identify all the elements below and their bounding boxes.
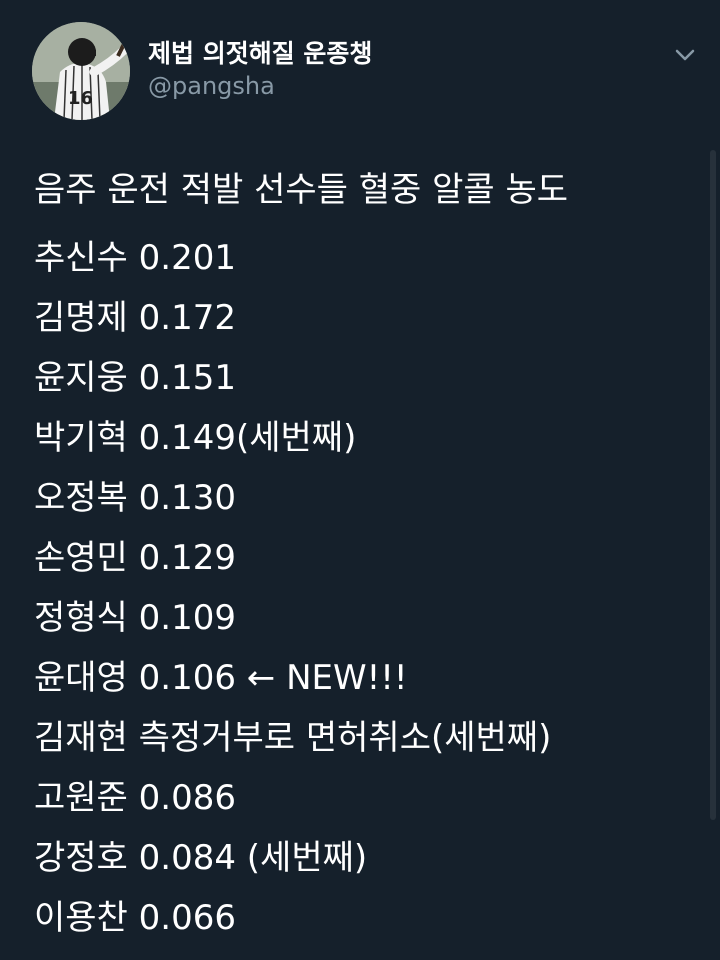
list-item: 고원준 0.086 <box>34 778 236 818</box>
tweet-text: 음주 운전 적발 선수들 혈중 알콜 농도 추신수 0.201 김명제 0.17… <box>34 160 704 948</box>
list-item: 박기혁 0.149(세번째) <box>34 418 357 458</box>
list-item: 윤대영 0.106 ← NEW!!! <box>34 658 408 698</box>
list-item: 오정복 0.130 <box>34 478 236 518</box>
list-item: 김명제 0.172 <box>34 298 236 338</box>
avatar[interactable]: 16 <box>32 22 130 120</box>
avatar-image: 16 <box>32 22 130 120</box>
list-item: 김재현 측정거부로 면허취소(세번째) <box>34 718 552 758</box>
list-item: 정형식 0.109 <box>34 598 236 638</box>
list-item: 이용찬 0.066 <box>34 898 236 938</box>
tweet-header: 16 제법 의젓해질 운종챙 @pangsha <box>0 0 720 140</box>
list-item: 윤지웅 0.151 <box>34 358 236 398</box>
tweet-title: 음주 운전 적발 선수들 혈중 알콜 농도 <box>34 170 569 210</box>
list-item: 강정호 0.084 (세번째) <box>34 838 368 878</box>
list-item: 손영민 0.129 <box>34 538 236 578</box>
chevron-down-icon[interactable] <box>670 40 700 70</box>
jersey-number: 16 <box>68 88 93 109</box>
user-handle[interactable]: @pangsha <box>148 72 275 100</box>
list-item: 추신수 0.201 <box>34 238 236 278</box>
display-name[interactable]: 제법 의젓해질 운종챙 <box>148 34 372 70</box>
scrollbar[interactable] <box>710 150 716 820</box>
